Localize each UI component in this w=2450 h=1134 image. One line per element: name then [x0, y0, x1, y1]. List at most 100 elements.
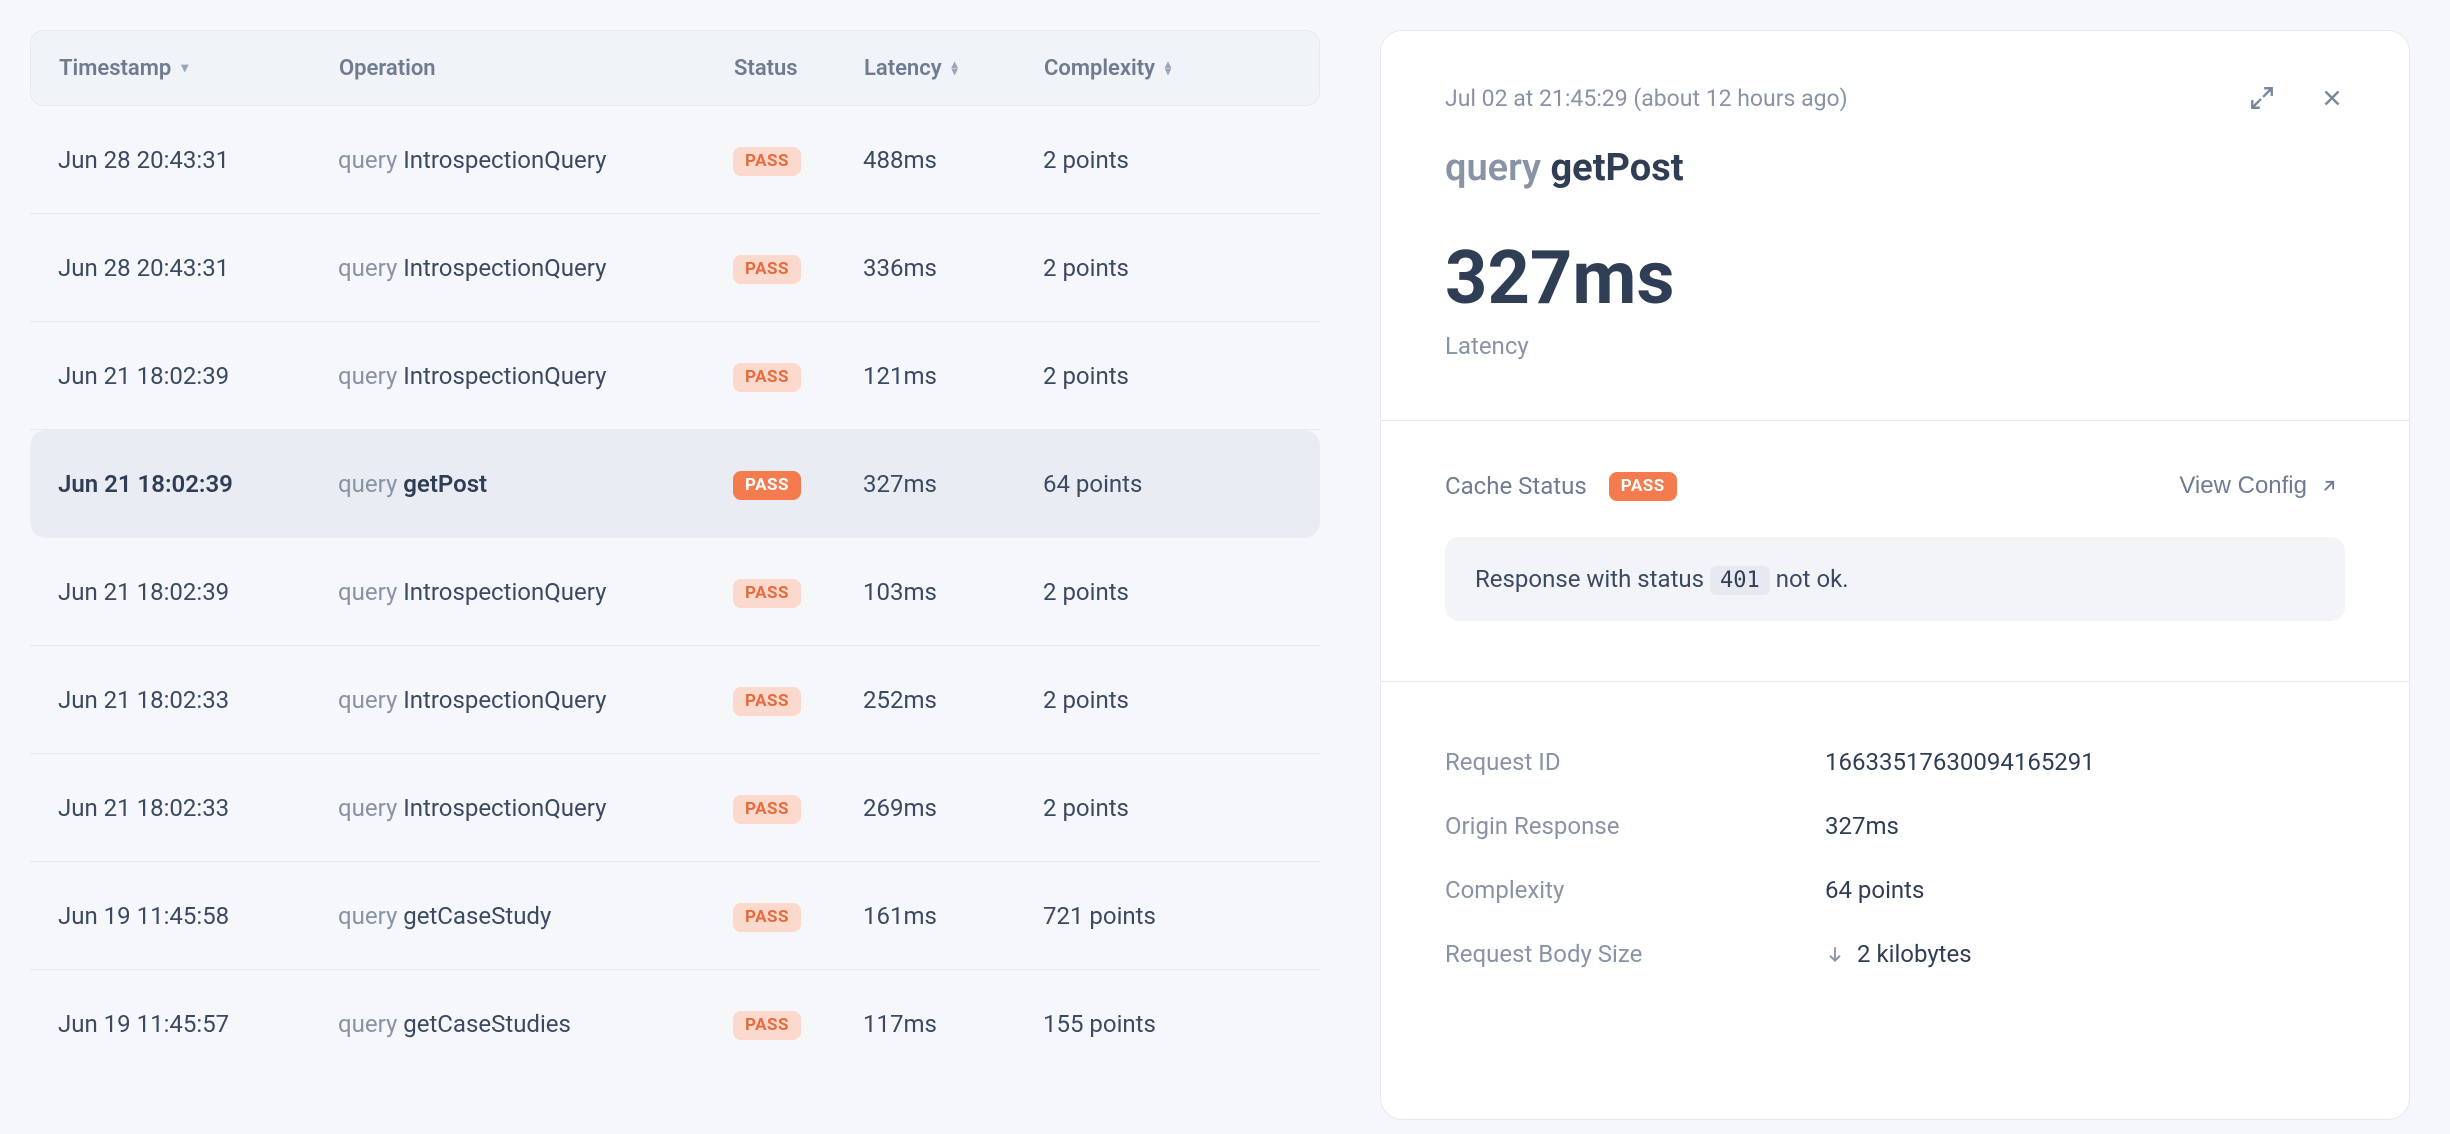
cell-latency: 336ms: [863, 254, 1043, 282]
close-icon: [2319, 85, 2345, 111]
cell-status: PASS: [733, 1008, 863, 1040]
table-row[interactable]: Jun 28 20:43:31query IntrospectionQueryP…: [30, 214, 1320, 322]
cell-timestamp: Jun 21 18:02:39: [58, 578, 338, 606]
view-config-button[interactable]: View Config: [2173, 471, 2345, 501]
alert-prefix: Response with status: [1475, 565, 1710, 593]
cell-timestamp: Jun 21 18:02:33: [58, 794, 338, 822]
cell-status: PASS: [733, 360, 863, 392]
col-operation-label: Operation: [339, 56, 436, 81]
cell-complexity: 2 points: [1043, 362, 1323, 390]
status-badge: PASS: [733, 687, 801, 716]
alert-suffix: not ok.: [1770, 565, 1849, 593]
meta-value: 16633517630094165291: [1825, 748, 2345, 776]
detail-timestamp: Jul 02 at 21:45:29 (about 12 hours ago): [1445, 85, 1848, 112]
col-operation[interactable]: Operation: [339, 56, 734, 81]
sort-icon: ▴▾: [952, 61, 958, 75]
view-config-label: View Config: [2179, 472, 2307, 500]
cell-timestamp: Jun 28 20:43:31: [58, 254, 338, 282]
operation-name: IntrospectionQuery: [403, 686, 606, 714]
cell-status: PASS: [733, 900, 863, 932]
divider: [1381, 681, 2409, 682]
table-row[interactable]: Jun 19 11:45:57query getCaseStudiesPASS1…: [30, 970, 1320, 1078]
meta-key: Complexity: [1445, 876, 1825, 904]
operation-type: query: [338, 686, 397, 714]
cell-timestamp: Jun 28 20:43:31: [58, 146, 338, 174]
table-body: Jun 28 20:43:31query IntrospectionQueryP…: [30, 106, 1320, 1078]
meta-origin-response: Origin Response 327ms: [1445, 794, 2345, 858]
col-timestamp-label: Timestamp: [59, 56, 171, 81]
status-badge: PASS: [733, 903, 801, 932]
cell-status: PASS: [733, 684, 863, 716]
col-timestamp[interactable]: Timestamp ▾: [59, 56, 339, 81]
cell-timestamp: Jun 21 18:02:33: [58, 686, 338, 714]
alert-code: 401: [1710, 566, 1770, 595]
cell-complexity: 2 points: [1043, 794, 1323, 822]
cell-operation: query getCaseStudy: [338, 902, 733, 930]
status-badge: PASS: [733, 579, 801, 608]
sort-icon: ▴▾: [1165, 61, 1171, 75]
cell-complexity: 2 points: [1043, 686, 1323, 714]
cell-operation: query getCaseStudies: [338, 1010, 733, 1038]
cell-operation: query IntrospectionQuery: [338, 578, 733, 606]
operation-name: getCaseStudy: [403, 902, 551, 930]
cell-latency: 117ms: [863, 1010, 1043, 1038]
table-row[interactable]: Jun 19 11:45:58query getCaseStudyPASS161…: [30, 862, 1320, 970]
operation-type: query: [338, 146, 397, 174]
operation-type: query: [338, 794, 397, 822]
arrow-down-icon: [1825, 944, 1845, 964]
latency-value: 327ms: [1445, 242, 2345, 316]
detail-op-name: getPost: [1550, 146, 1683, 190]
expand-button[interactable]: [2249, 85, 2275, 111]
cell-status: PASS: [733, 792, 863, 824]
operation-name: IntrospectionQuery: [403, 254, 606, 282]
cell-complexity: 155 points: [1043, 1010, 1323, 1038]
cell-status: PASS: [733, 252, 863, 284]
meta-value: 327ms: [1825, 812, 2345, 840]
table-header-row: Timestamp ▾ Operation Status Latency ▴▾ …: [30, 30, 1320, 106]
cell-operation: query IntrospectionQuery: [338, 794, 733, 822]
col-status-label: Status: [734, 56, 798, 81]
status-badge: PASS: [733, 1011, 801, 1040]
close-button[interactable]: [2319, 85, 2345, 111]
meta-value: 2 kilobytes: [1825, 940, 2345, 968]
col-status[interactable]: Status: [734, 56, 864, 81]
col-complexity[interactable]: Complexity ▴▾: [1044, 56, 1324, 81]
cell-status: PASS: [733, 144, 863, 176]
operation-type: query: [338, 362, 397, 390]
table-row[interactable]: Jun 28 20:43:31query IntrospectionQueryP…: [30, 106, 1320, 214]
detail-title: query getPost: [1445, 146, 2345, 190]
status-badge: PASS: [733, 363, 801, 392]
cache-status-label: Cache Status: [1445, 472, 1587, 500]
meta-complexity: Complexity 64 points: [1445, 858, 2345, 922]
col-latency[interactable]: Latency ▴▾: [864, 56, 1044, 81]
col-latency-label: Latency: [864, 56, 942, 81]
table-row[interactable]: Jun 21 18:02:33query IntrospectionQueryP…: [30, 754, 1320, 862]
meta-request-id: Request ID 16633517630094165291: [1445, 730, 2345, 794]
cell-latency: 161ms: [863, 902, 1043, 930]
table-row[interactable]: Jun 21 18:02:39query getPostPASS327ms64 …: [30, 430, 1320, 538]
expand-icon: [2249, 85, 2275, 111]
error-alert: Response with status 401 not ok.: [1445, 537, 2345, 621]
operation-name: getPost: [403, 470, 487, 498]
col-complexity-label: Complexity: [1044, 56, 1155, 81]
status-badge: PASS: [733, 147, 801, 176]
table-row[interactable]: Jun 21 18:02:39query IntrospectionQueryP…: [30, 538, 1320, 646]
metadata-list: Request ID 16633517630094165291 Origin R…: [1445, 730, 2345, 986]
divider: [1381, 420, 2409, 421]
cell-complexity: 2 points: [1043, 578, 1323, 606]
requests-table: Timestamp ▾ Operation Status Latency ▴▾ …: [30, 30, 1320, 1134]
cell-latency: 252ms: [863, 686, 1043, 714]
cell-latency: 327ms: [863, 470, 1043, 498]
table-row[interactable]: Jun 21 18:02:33query IntrospectionQueryP…: [30, 646, 1320, 754]
cell-latency: 103ms: [863, 578, 1043, 606]
table-row[interactable]: Jun 21 18:02:39query IntrospectionQueryP…: [30, 322, 1320, 430]
meta-key: Origin Response: [1445, 812, 1825, 840]
cell-operation: query IntrospectionQuery: [338, 146, 733, 174]
cell-timestamp: Jun 21 18:02:39: [58, 362, 338, 390]
external-link-icon: [2319, 476, 2339, 496]
meta-key: Request Body Size: [1445, 940, 1825, 968]
cell-latency: 269ms: [863, 794, 1043, 822]
cell-timestamp: Jun 21 18:02:39: [58, 470, 338, 498]
cell-operation: query IntrospectionQuery: [338, 362, 733, 390]
cell-operation: query IntrospectionQuery: [338, 686, 733, 714]
